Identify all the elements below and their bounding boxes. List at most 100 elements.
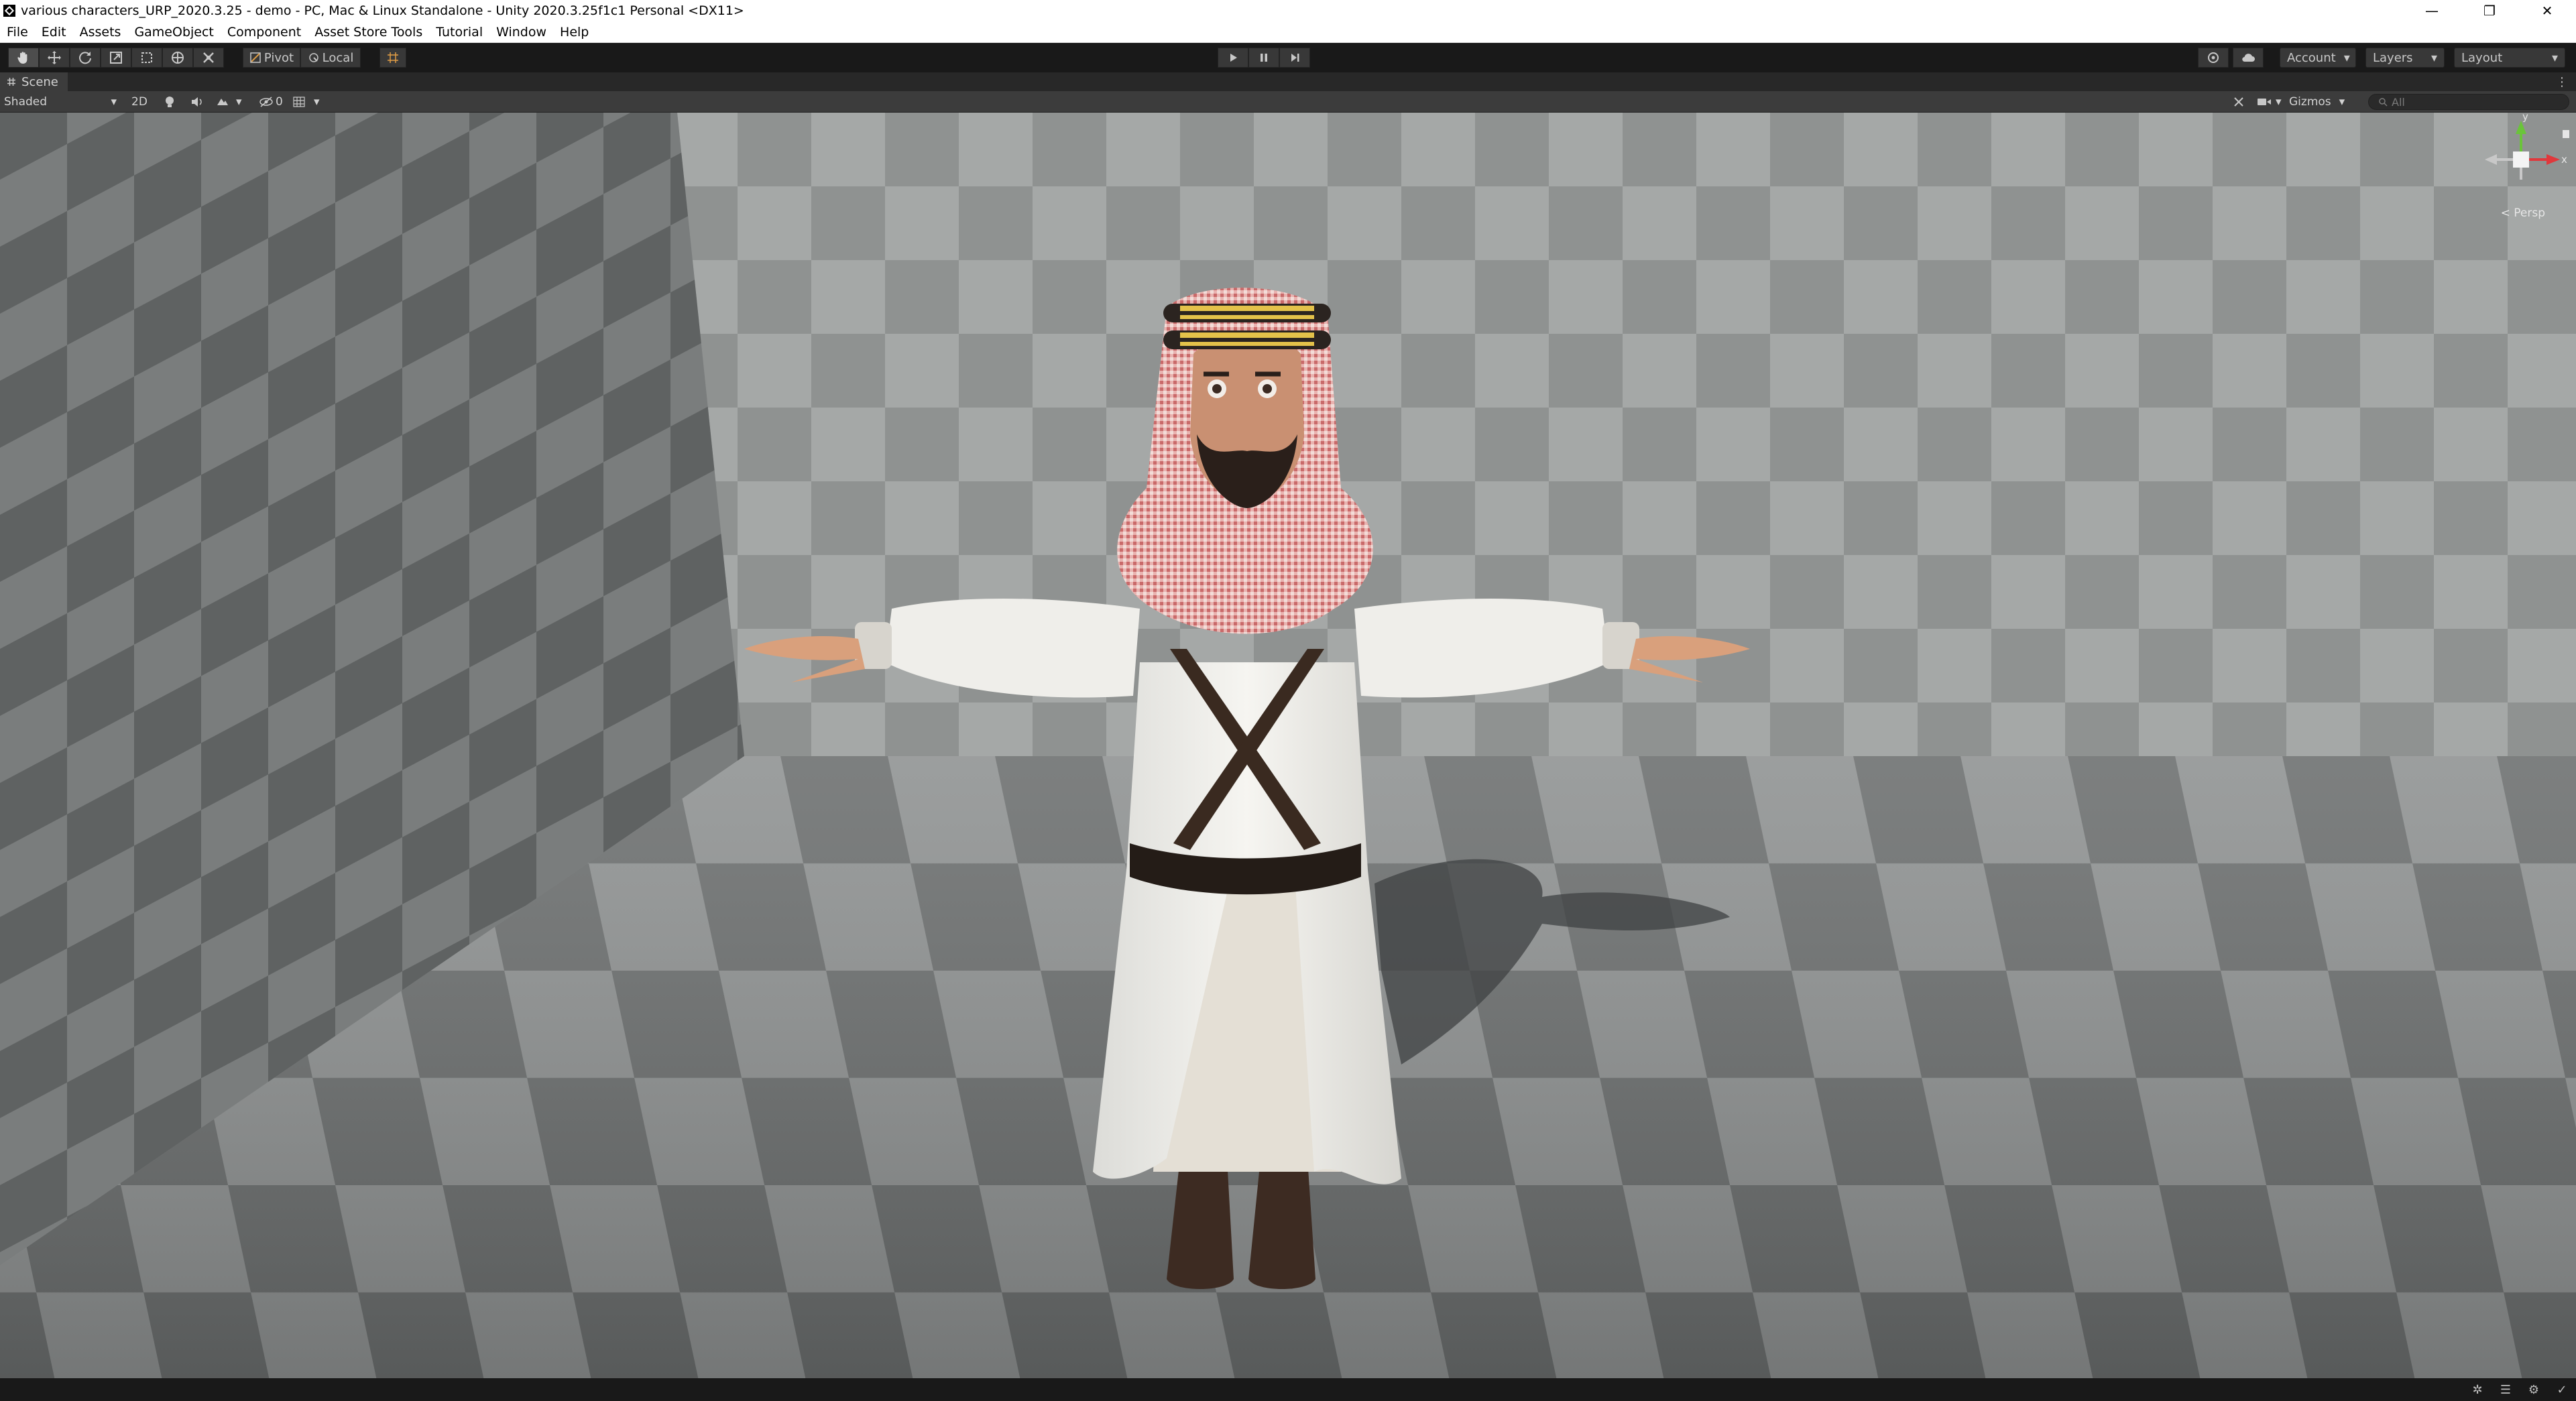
grid-snap-group xyxy=(379,48,406,68)
lock-icon[interactable] xyxy=(2563,130,2569,138)
rect-tool-button[interactable] xyxy=(131,48,162,68)
grid-icon xyxy=(7,78,15,86)
account-dropdown[interactable]: Account ▾ xyxy=(2280,48,2356,68)
x-axis-cone-icon[interactable] xyxy=(2546,154,2560,165)
scene-visibility-toggle[interactable]: 0 xyxy=(259,93,283,111)
pivot-icon xyxy=(250,52,261,63)
effects-dropdown[interactable]: ▾ xyxy=(216,93,242,111)
layout-label: Layout xyxy=(2461,50,2503,65)
pivot-label: Pivot xyxy=(264,50,294,65)
camera-dropdown[interactable]: ▾ xyxy=(2257,93,2282,111)
scene-viewport[interactable]: y x < Persp xyxy=(0,113,2576,1378)
grid-icon xyxy=(293,97,305,107)
minimize-button[interactable]: — xyxy=(2403,0,2461,21)
scene-toolbar: Shaded ▾ 2D ▾ 0 ▾ ▾ Gizmos ▾ All xyxy=(0,91,2576,113)
layers-icon[interactable]: ☰ xyxy=(2498,1382,2513,1397)
collab-button[interactable] xyxy=(2198,48,2229,68)
menu-window[interactable]: Window xyxy=(489,25,553,40)
scene-tab-bar: Scene ⋮ xyxy=(0,72,2576,92)
close-button[interactable]: ✕ xyxy=(2518,0,2576,21)
menu-tutorial[interactable]: Tutorial xyxy=(429,25,489,40)
tab-scene[interactable]: Scene xyxy=(0,72,68,91)
audio-toggle[interactable] xyxy=(190,93,204,111)
chevron-down-icon: ▾ xyxy=(2276,95,2282,109)
collab-icon xyxy=(2208,52,2219,63)
rotate-tool-button[interactable] xyxy=(70,48,101,68)
menu-gameobject[interactable]: GameObject xyxy=(127,25,220,40)
tools-toggle[interactable] xyxy=(2233,93,2245,111)
search-icon xyxy=(2379,98,2388,107)
draw-mode-label: Shaded xyxy=(4,95,48,109)
step-button[interactable] xyxy=(1279,48,1310,68)
gizmos-label: Gizmos xyxy=(2289,95,2331,109)
local-toggle[interactable]: Local xyxy=(300,48,361,68)
layout-dropdown[interactable]: Layout ▾ xyxy=(2454,48,2565,68)
layers-dropdown[interactable]: Layers ▾ xyxy=(2365,48,2445,68)
window-titlebar: various characters_URP_2020.3.25 - demo … xyxy=(0,0,2576,21)
scale-tool-icon xyxy=(110,52,122,64)
move-tool-button[interactable] xyxy=(39,48,70,68)
hidden-count: 0 xyxy=(276,95,283,109)
camera-icon xyxy=(2258,99,2271,105)
status-bar: ✲ ☰ ⚙ ✓ xyxy=(0,1378,2576,1401)
search-placeholder: All xyxy=(2392,95,2405,109)
speaker-icon xyxy=(192,97,202,107)
lighting-toggle[interactable] xyxy=(164,93,176,111)
check-icon[interactable]: ✓ xyxy=(2555,1382,2569,1397)
custom-tool-button[interactable] xyxy=(193,48,224,68)
neg-x-axis-cone-icon[interactable] xyxy=(2485,154,2497,165)
more-options-icon[interactable]: ⋮ xyxy=(2556,75,2568,89)
tab-scene-label: Scene xyxy=(21,74,58,89)
move-tool-icon xyxy=(48,51,61,64)
tools-icon xyxy=(2234,97,2243,107)
grid-visibility-dropdown[interactable]: ▾ xyxy=(292,93,320,111)
menu-component[interactable]: Component xyxy=(221,25,308,40)
gizmos-dropdown[interactable]: Gizmos ▾ xyxy=(2289,93,2345,111)
chevron-down-icon: ▾ xyxy=(2551,50,2558,65)
status-icons: ✲ ☰ ⚙ ✓ xyxy=(2470,1382,2569,1397)
scale-tool-button[interactable] xyxy=(101,48,131,68)
pivot-local-group: Pivot Local xyxy=(243,48,361,68)
chevron-down-icon: ▾ xyxy=(2339,95,2345,109)
services-group xyxy=(2198,48,2264,68)
transform-tool-button[interactable] xyxy=(162,48,193,68)
menu-file[interactable]: File xyxy=(0,25,35,40)
hand-tool-button[interactable] xyxy=(8,48,39,68)
pause-icon xyxy=(1261,54,1267,62)
chevron-down-icon: ▾ xyxy=(314,95,320,109)
debug-icon[interactable]: ✲ xyxy=(2470,1382,2485,1397)
local-icon xyxy=(308,53,318,62)
progress-icon[interactable]: ⚙ xyxy=(2526,1382,2541,1397)
grid-snap-button[interactable] xyxy=(379,48,406,68)
play-button[interactable] xyxy=(1218,48,1248,68)
draw-mode-dropdown[interactable]: Shaded ▾ xyxy=(4,93,117,111)
pause-button[interactable] xyxy=(1248,48,1279,68)
menu-bar: File Edit Assets GameObject Component As… xyxy=(0,21,2576,43)
chevron-down-icon: ▾ xyxy=(2431,50,2437,65)
menu-help[interactable]: Help xyxy=(553,25,595,40)
playback-controls xyxy=(1218,48,1310,68)
chevron-down-icon: ▾ xyxy=(2343,50,2350,65)
transform-tool-icon xyxy=(172,52,184,64)
scene-search-input[interactable]: All xyxy=(2368,94,2569,110)
step-icon xyxy=(1291,54,1299,62)
hand-tool-icon xyxy=(17,52,27,64)
center-cube-icon[interactable] xyxy=(2513,151,2529,168)
y-axis-cone-icon[interactable] xyxy=(2516,121,2526,134)
window-title: various characters_URP_2020.3.25 - demo … xyxy=(21,3,744,18)
maximize-button[interactable]: ❐ xyxy=(2461,0,2518,21)
mode-2d-label: 2D xyxy=(131,95,148,109)
chevron-down-icon: ▾ xyxy=(111,95,117,109)
menu-asset-store-tools[interactable]: Asset Store Tools xyxy=(308,25,429,40)
cloud-icon xyxy=(2242,54,2255,62)
local-label: Local xyxy=(322,50,354,65)
projection-label[interactable]: < Persp xyxy=(2501,206,2545,220)
grid-snap-icon xyxy=(388,52,398,63)
gizmo-x-label: x xyxy=(2561,154,2567,166)
pivot-toggle[interactable]: Pivot xyxy=(243,48,300,68)
mode-2d-toggle[interactable]: 2D xyxy=(131,93,148,111)
menu-edit[interactable]: Edit xyxy=(35,25,73,40)
cloud-button[interactable] xyxy=(2233,48,2264,68)
menu-assets[interactable]: Assets xyxy=(73,25,128,40)
window-controls: — ❐ ✕ xyxy=(2403,0,2576,21)
